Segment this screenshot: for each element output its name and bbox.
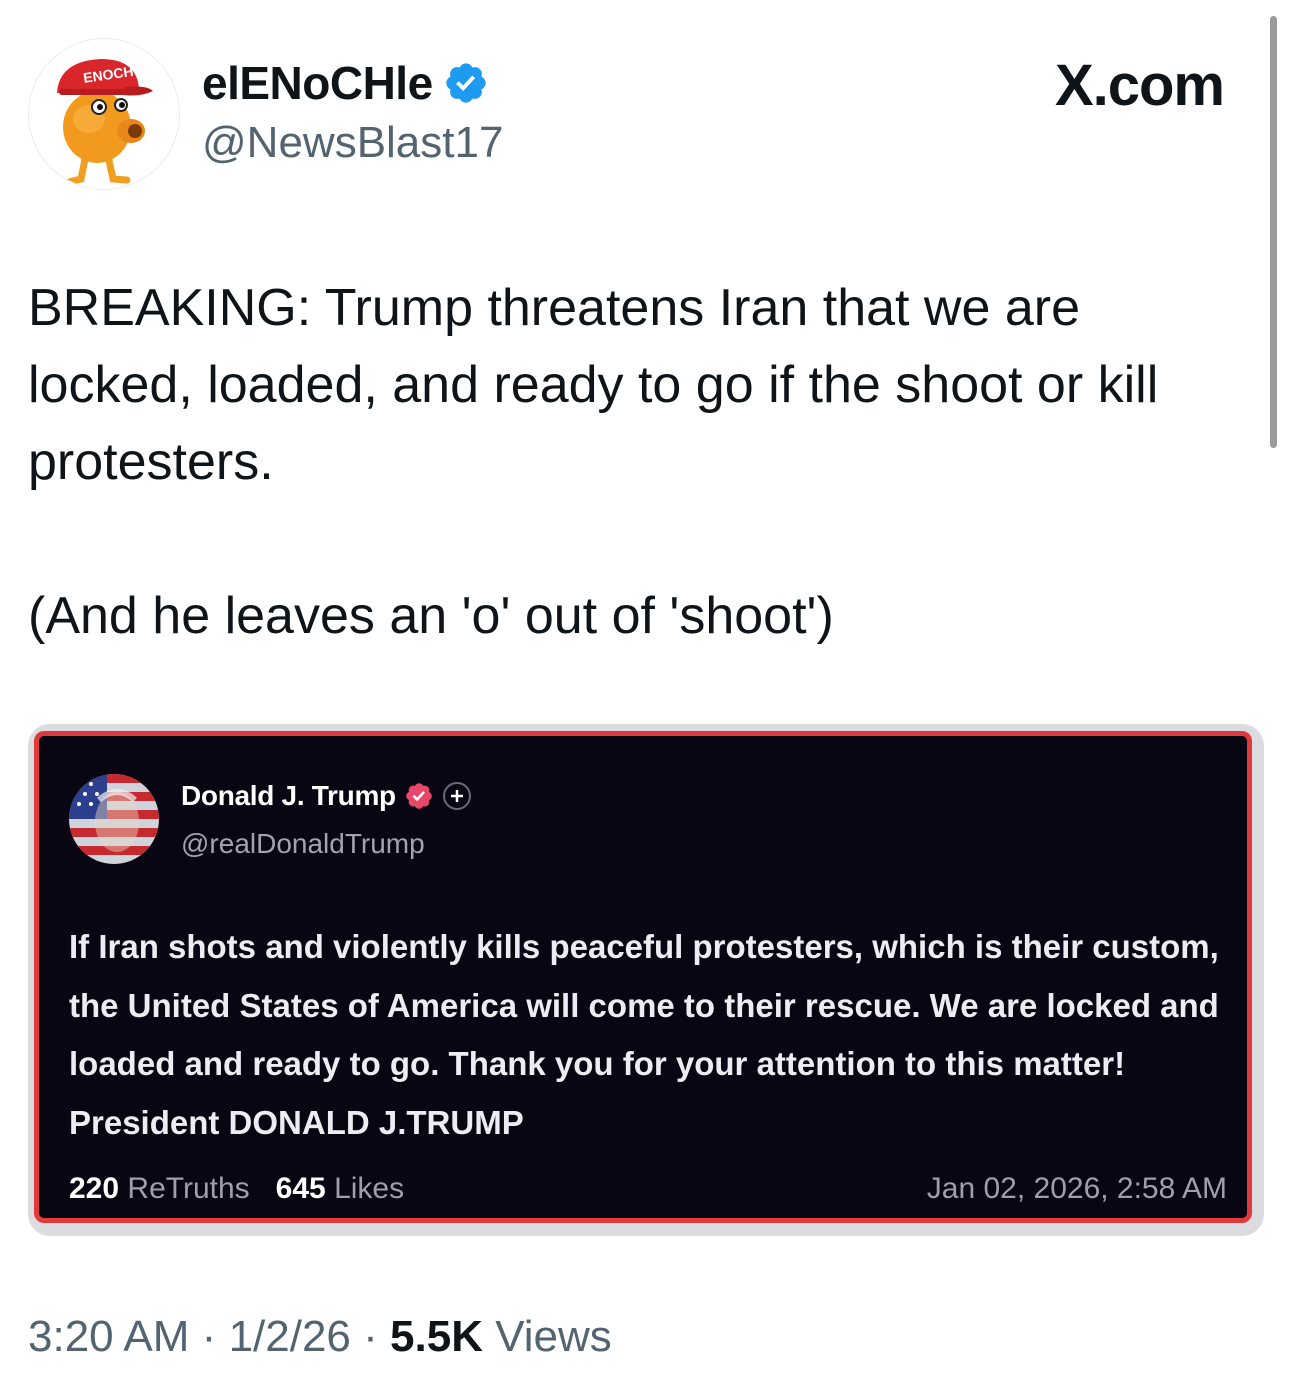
truth-post-stats: 220 ReTruths 645 Likes xyxy=(69,1172,404,1206)
author-handle[interactable]: @NewsBlast17 xyxy=(202,118,503,168)
enoch-avatar-image: ENOCH xyxy=(57,59,153,186)
retruths-stat: 220 ReTruths xyxy=(69,1172,250,1206)
author-display-name[interactable]: elENoCHle xyxy=(202,56,489,110)
tweet-text: BREAKING: Trump threatens Iran that we a… xyxy=(28,279,1159,645)
tweet-meta: 3:20 AM · 1/2/26 · 5.5K Views xyxy=(28,1312,612,1362)
tweet-date[interactable]: 1/2/26 xyxy=(229,1312,351,1361)
verified-badge-icon xyxy=(443,60,489,106)
likes-count: 645 xyxy=(275,1172,326,1205)
tweet-time[interactable]: 3:20 AM xyxy=(28,1312,189,1361)
meta-separator: · xyxy=(363,1312,378,1361)
meta-separator: · xyxy=(201,1312,217,1361)
quoted-truth-post-image[interactable]: Donald J. Trump @realDonaldTrump If Iran… xyxy=(34,731,1252,1223)
truth-author-name: Donald J. Trump xyxy=(181,780,472,812)
views-label[interactable]: Views xyxy=(495,1312,612,1361)
likes-label: Likes xyxy=(334,1172,405,1205)
retruths-count: 220 xyxy=(69,1172,120,1205)
views-count[interactable]: 5.5K xyxy=(390,1312,483,1361)
retruths-label: ReTruths xyxy=(127,1172,250,1205)
truth-author-name-text: Donald J. Trump xyxy=(181,780,396,811)
author-name-text: elENoCHle xyxy=(202,57,433,109)
truth-plus-icon xyxy=(442,782,471,810)
truth-post-text: If Iran shots and violently kills peacef… xyxy=(69,928,1219,1141)
truth-verified-icon xyxy=(406,783,432,809)
truth-author-handle: @realDonaldTrump xyxy=(181,828,425,859)
brand-logo-text: X.com xyxy=(1054,53,1225,118)
truth-author-avatar xyxy=(69,774,159,864)
truth-post-date: Jan 02, 2026, 2:58 AM xyxy=(926,1172,1227,1205)
likes-stat: 645 Likes xyxy=(276,1172,404,1206)
scrollbar[interactable] xyxy=(1270,16,1277,448)
author-avatar[interactable]: ENOCH xyxy=(28,38,180,190)
